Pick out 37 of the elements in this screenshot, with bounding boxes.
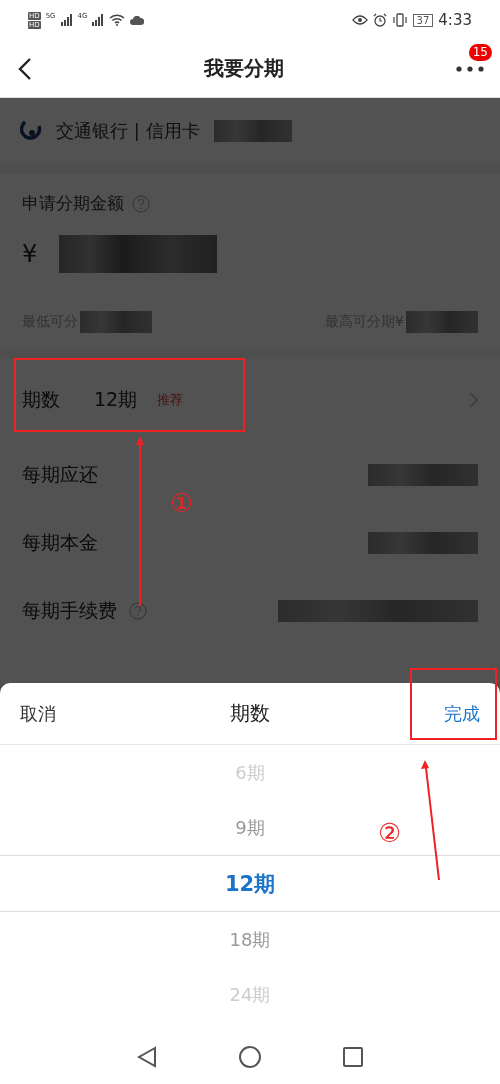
wifi-icon (109, 14, 126, 26)
row-label: 每期应还 (22, 462, 98, 487)
cloud-icon (130, 15, 145, 25)
row-label: 每期手续费 (22, 598, 117, 623)
done-button[interactable]: 完成 (444, 701, 480, 726)
recommended-tag: 推荐 (157, 391, 184, 409)
page-title: 我要分期 (204, 55, 284, 82)
redaction-mark (406, 311, 478, 333)
alarm-icon (372, 13, 387, 27)
help-icon[interactable] (129, 602, 147, 620)
picker-title: 期数 (230, 700, 270, 727)
annotation-number: ② (378, 820, 402, 846)
term-value: 12期 (94, 387, 138, 412)
eye-icon (351, 15, 368, 25)
picker-option[interactable]: 9期 (235, 815, 265, 840)
row-label: 每期本金 (22, 530, 98, 555)
picker-option[interactable]: 18期 (229, 927, 271, 952)
currency-symbol: ¥ (22, 240, 38, 268)
signal-icon (60, 14, 73, 26)
term-label: 期数 (22, 387, 60, 412)
vibrate-icon (391, 13, 408, 27)
cancel-button[interactable]: 取消 (20, 701, 56, 726)
clock-time: 4:33 (438, 11, 472, 29)
picker-option[interactable]: 12期 (224, 869, 276, 898)
annotation-number: ① (170, 490, 194, 516)
signal-icon (92, 14, 105, 26)
bank-logo-icon (20, 120, 42, 142)
amount-label: 申请分期金额 (22, 192, 124, 215)
notification-badge: 15 (468, 43, 492, 61)
home-icon[interactable] (239, 1046, 261, 1068)
recent-apps-icon[interactable] (343, 1047, 363, 1067)
redaction-mark (80, 311, 152, 333)
back-icon[interactable] (137, 1046, 157, 1068)
bank-card-name: 交通银行 | 信用卡 (56, 119, 200, 143)
back-icon[interactable] (18, 57, 32, 80)
more-icon[interactable] (456, 65, 484, 72)
battery-level: 37 (412, 13, 434, 27)
